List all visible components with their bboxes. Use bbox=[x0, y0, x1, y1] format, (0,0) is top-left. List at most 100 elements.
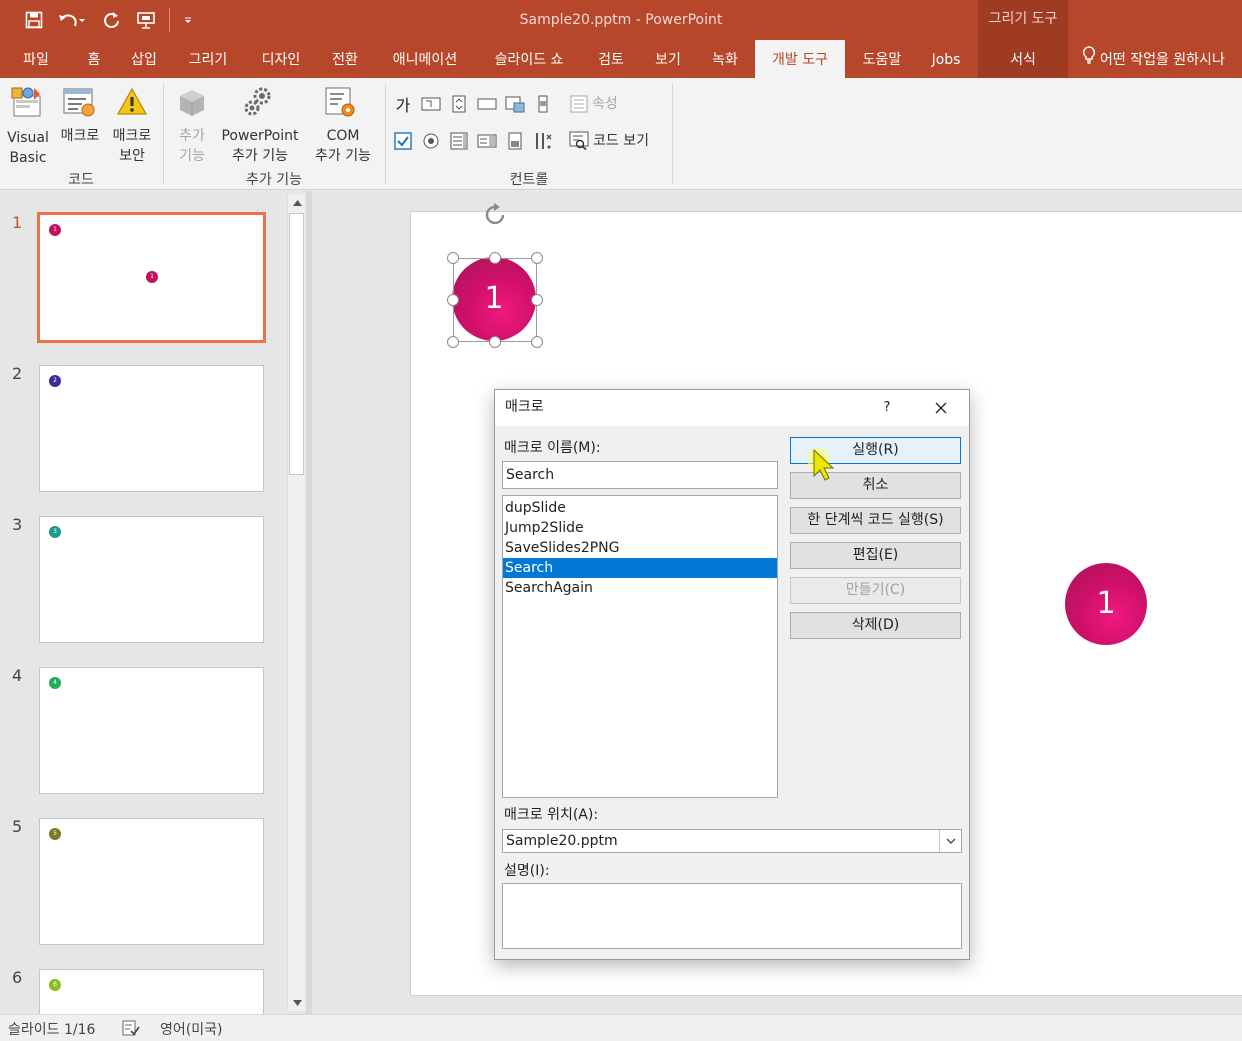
visual-basic-icon[interactable] bbox=[10, 86, 44, 122]
tab-slide-show[interactable]: 슬라이드 쇼 bbox=[482, 40, 576, 78]
slide-thumbnail[interactable]: 3 bbox=[39, 516, 264, 643]
tab-help[interactable]: 도움말 bbox=[852, 40, 912, 78]
macro-security-label[interactable]: 매크로 보안 bbox=[108, 126, 156, 166]
lightbulb-icon bbox=[1082, 40, 1096, 80]
powerpoint-addins-label[interactable]: PowerPoint 추가 기능 bbox=[216, 126, 304, 166]
checkbox-control-icon[interactable] bbox=[393, 131, 413, 151]
resize-handle[interactable] bbox=[531, 294, 543, 306]
resize-handle[interactable] bbox=[531, 252, 543, 264]
undo-icon[interactable] bbox=[56, 8, 86, 32]
thumbnail-shape: 4 bbox=[49, 677, 61, 689]
thumbnail-shape: 2 bbox=[49, 375, 61, 387]
tell-me-search[interactable]: 어떤 작업을 원하시나 bbox=[1082, 40, 1225, 78]
edit-button[interactable]: 편집(E) bbox=[790, 542, 961, 569]
view-code-icon[interactable] bbox=[569, 130, 591, 154]
properties-label: 속성 bbox=[592, 96, 618, 112]
ribbon-tabs: 파일 홈 삽입 그리기 디자인 전환 애니메이션 슬라이드 쇼 검토 보기 녹화… bbox=[0, 40, 1242, 78]
chevron-down-icon[interactable] bbox=[939, 830, 961, 852]
list-item-selected[interactable]: Search bbox=[503, 558, 777, 578]
slide-thumbnail[interactable]: 5 bbox=[39, 818, 264, 945]
macro-location-select[interactable]: Sample20.pptm bbox=[502, 829, 962, 853]
resize-handle[interactable] bbox=[489, 336, 501, 348]
save-icon[interactable] bbox=[22, 8, 46, 32]
circle-shape[interactable]: 1 bbox=[1065, 563, 1147, 645]
tab-recording[interactable]: 녹화 bbox=[702, 40, 748, 78]
com-addins-icon[interactable] bbox=[324, 86, 358, 122]
resize-handle[interactable] bbox=[447, 252, 459, 264]
slide-number: 1 bbox=[12, 213, 23, 232]
redo-icon[interactable] bbox=[100, 8, 124, 32]
tab-animations[interactable]: 애니메이션 bbox=[378, 40, 472, 78]
macros-label[interactable]: 매크로 bbox=[56, 126, 104, 146]
list-item[interactable]: SearchAgain bbox=[503, 578, 777, 598]
list-item[interactable]: SaveSlides2PNG bbox=[503, 538, 777, 558]
toggle-button-icon[interactable] bbox=[505, 131, 525, 151]
combobox-control-icon[interactable] bbox=[477, 131, 497, 151]
tab-file[interactable]: 파일 bbox=[8, 40, 64, 78]
tab-design[interactable]: 디자인 bbox=[250, 40, 312, 78]
close-icon[interactable] bbox=[927, 396, 955, 420]
help-button[interactable]: ? bbox=[875, 396, 899, 420]
slideshow-from-start-icon[interactable] bbox=[134, 8, 158, 32]
drawing-tools-context-title: 그리기 도구 bbox=[978, 0, 1068, 40]
thumbnail-shape: 6 bbox=[49, 979, 61, 991]
language-indicator[interactable]: 영어(미국) bbox=[160, 1019, 222, 1039]
tab-home[interactable]: 홈 bbox=[72, 40, 116, 78]
scroll-up-arrow-icon[interactable] bbox=[288, 195, 306, 211]
listbox-control-icon[interactable] bbox=[449, 131, 469, 151]
view-code-label[interactable]: 코드 보기 bbox=[593, 131, 649, 151]
visual-basic-label[interactable]: Visual Basic bbox=[4, 128, 52, 168]
slide-thumbnail[interactable]: 6 bbox=[39, 969, 264, 1014]
slide-number: 2 bbox=[12, 364, 23, 383]
tab-draw[interactable]: 그리기 bbox=[176, 40, 240, 78]
slide-thumbnail[interactable]: 1 1 bbox=[37, 212, 266, 343]
tab-jobs[interactable]: Jobs bbox=[920, 40, 972, 78]
resize-handle[interactable] bbox=[531, 336, 543, 348]
macro-name-label: 매크로 이름(M): bbox=[504, 440, 601, 456]
tab-insert[interactable]: 삽입 bbox=[120, 40, 168, 78]
macro-name-input[interactable]: Search bbox=[502, 461, 778, 489]
qat-separator bbox=[169, 8, 170, 32]
image-control-icon[interactable] bbox=[505, 94, 525, 114]
macros-icon[interactable] bbox=[62, 86, 96, 122]
tab-transitions[interactable]: 전환 bbox=[322, 40, 368, 78]
slide-thumbnail[interactable]: 2 bbox=[39, 365, 264, 492]
spell-check-icon[interactable] bbox=[122, 1020, 140, 1040]
resize-handle[interactable] bbox=[447, 336, 459, 348]
option-button-icon[interactable] bbox=[421, 131, 441, 151]
delete-button[interactable]: 삭제(D) bbox=[790, 612, 961, 639]
textbox-control-icon[interactable] bbox=[421, 94, 441, 114]
dialog-title-bar[interactable]: 매크로 ? bbox=[495, 390, 969, 426]
scrollbar-control-icon[interactable] bbox=[533, 94, 553, 114]
macro-location-label: 매크로 위치(A): bbox=[504, 807, 599, 823]
addins-icon bbox=[176, 88, 208, 122]
step-into-button[interactable]: 한 단계씩 코드 실행(S) bbox=[790, 507, 961, 534]
scroll-down-arrow-icon[interactable] bbox=[288, 995, 306, 1011]
rotate-handle-icon[interactable] bbox=[481, 200, 511, 234]
more-controls-icon[interactable] bbox=[533, 131, 553, 151]
resize-handle[interactable] bbox=[447, 294, 459, 306]
com-addins-label[interactable]: COM 추가 기능 bbox=[306, 126, 380, 166]
powerpoint-addins-icon[interactable] bbox=[242, 86, 276, 122]
customize-qat-icon[interactable] bbox=[176, 8, 200, 32]
tab-developer[interactable]: 개발 도구 bbox=[755, 40, 845, 78]
slide-thumbnail[interactable]: 4 bbox=[39, 667, 264, 794]
thumbnails-scrollbar[interactable] bbox=[287, 195, 305, 1011]
label-control-icon[interactable]: 가 bbox=[393, 94, 413, 115]
macro-listbox[interactable]: dupSlide Jump2Slide SaveSlides2PNG Searc… bbox=[502, 495, 778, 798]
tab-view[interactable]: 보기 bbox=[644, 40, 692, 78]
warning-icon[interactable] bbox=[116, 86, 148, 122]
command-button-icon[interactable] bbox=[477, 94, 497, 114]
properties-icon bbox=[570, 95, 588, 117]
spin-button-icon[interactable] bbox=[449, 94, 469, 114]
list-item[interactable]: Jump2Slide bbox=[503, 518, 777, 538]
slide-thumbnails-pane: 1 1 1 2 2 3 3 4 4 5 5 6 6 bbox=[0, 191, 306, 1014]
tab-format[interactable]: 서식 bbox=[978, 40, 1068, 78]
resize-handle[interactable] bbox=[489, 252, 501, 264]
tab-review[interactable]: 검토 bbox=[588, 40, 634, 78]
scroll-thumb[interactable] bbox=[289, 213, 304, 475]
thumbnail-shape: 3 bbox=[49, 526, 61, 538]
slide-number: 4 bbox=[12, 666, 23, 685]
list-item[interactable]: dupSlide bbox=[503, 498, 777, 518]
description-textbox[interactable] bbox=[502, 883, 962, 949]
